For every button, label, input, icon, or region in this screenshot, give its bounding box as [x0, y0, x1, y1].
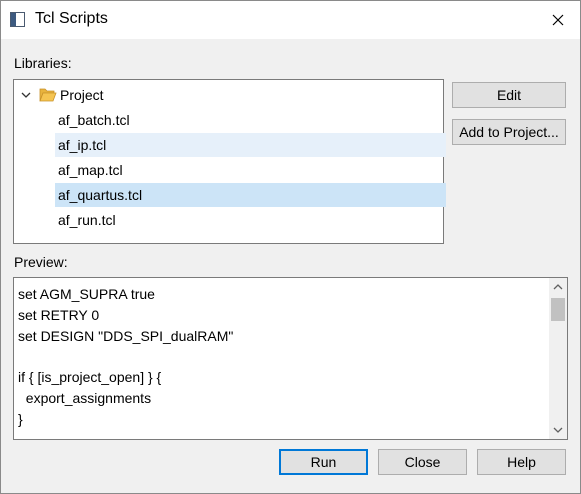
tree-node-label: Project: [60, 87, 104, 103]
help-button[interactable]: Help: [477, 449, 566, 475]
chevron-down-icon: [553, 427, 563, 433]
preview-label: Preview:: [14, 254, 68, 270]
tree-node-project[interactable]: Project: [19, 83, 439, 107]
tree-item-af-run[interactable]: af_run.tcl: [55, 208, 446, 232]
tree-item-af-batch[interactable]: af_batch.tcl: [55, 108, 446, 132]
app-window-icon: [10, 12, 25, 27]
close-icon: [552, 14, 564, 26]
title-bar: Tcl Scripts: [1, 1, 580, 39]
tree-item-label: af_map.tcl: [58, 162, 123, 178]
tree-item-label: af_batch.tcl: [58, 112, 130, 128]
preview-code: set AGM_SUPRA true set RETRY 0 set DESIG…: [18, 286, 234, 427]
scroll-down-button[interactable]: [549, 421, 567, 439]
tree-item-af-map[interactable]: af_map.tcl: [55, 158, 446, 182]
tree-item-label: af_quartus.tcl: [58, 187, 143, 203]
chevron-up-icon: [553, 284, 563, 290]
scroll-up-button[interactable]: [549, 278, 567, 296]
tcl-scripts-dialog: Tcl Scripts Libraries: Project af_batch.…: [0, 0, 581, 494]
vertical-scrollbar[interactable]: [549, 278, 567, 439]
run-button[interactable]: Run: [279, 449, 368, 475]
tree-item-label: af_run.tcl: [58, 212, 116, 228]
tree-item-af-ip[interactable]: af_ip.tcl: [55, 133, 446, 157]
libraries-tree[interactable]: Project af_batch.tcl af_ip.tcl af_map.tc…: [13, 79, 446, 244]
edit-button[interactable]: Edit: [452, 82, 566, 108]
window-title: Tcl Scripts: [35, 10, 108, 27]
folder-open-icon: [39, 88, 57, 102]
tree-item-label: af_ip.tcl: [58, 137, 107, 153]
close-button[interactable]: Close: [378, 449, 467, 475]
tree-item-af-quartus[interactable]: af_quartus.tcl: [55, 183, 446, 207]
close-window-button[interactable]: [546, 9, 570, 31]
chevron-down-icon[interactable]: [19, 83, 33, 107]
preview-pane[interactable]: set AGM_SUPRA true set RETRY 0 set DESIG…: [13, 277, 568, 440]
libraries-label: Libraries:: [14, 55, 72, 71]
scroll-thumb[interactable]: [551, 298, 565, 321]
add-to-project-button[interactable]: Add to Project...: [452, 119, 566, 145]
